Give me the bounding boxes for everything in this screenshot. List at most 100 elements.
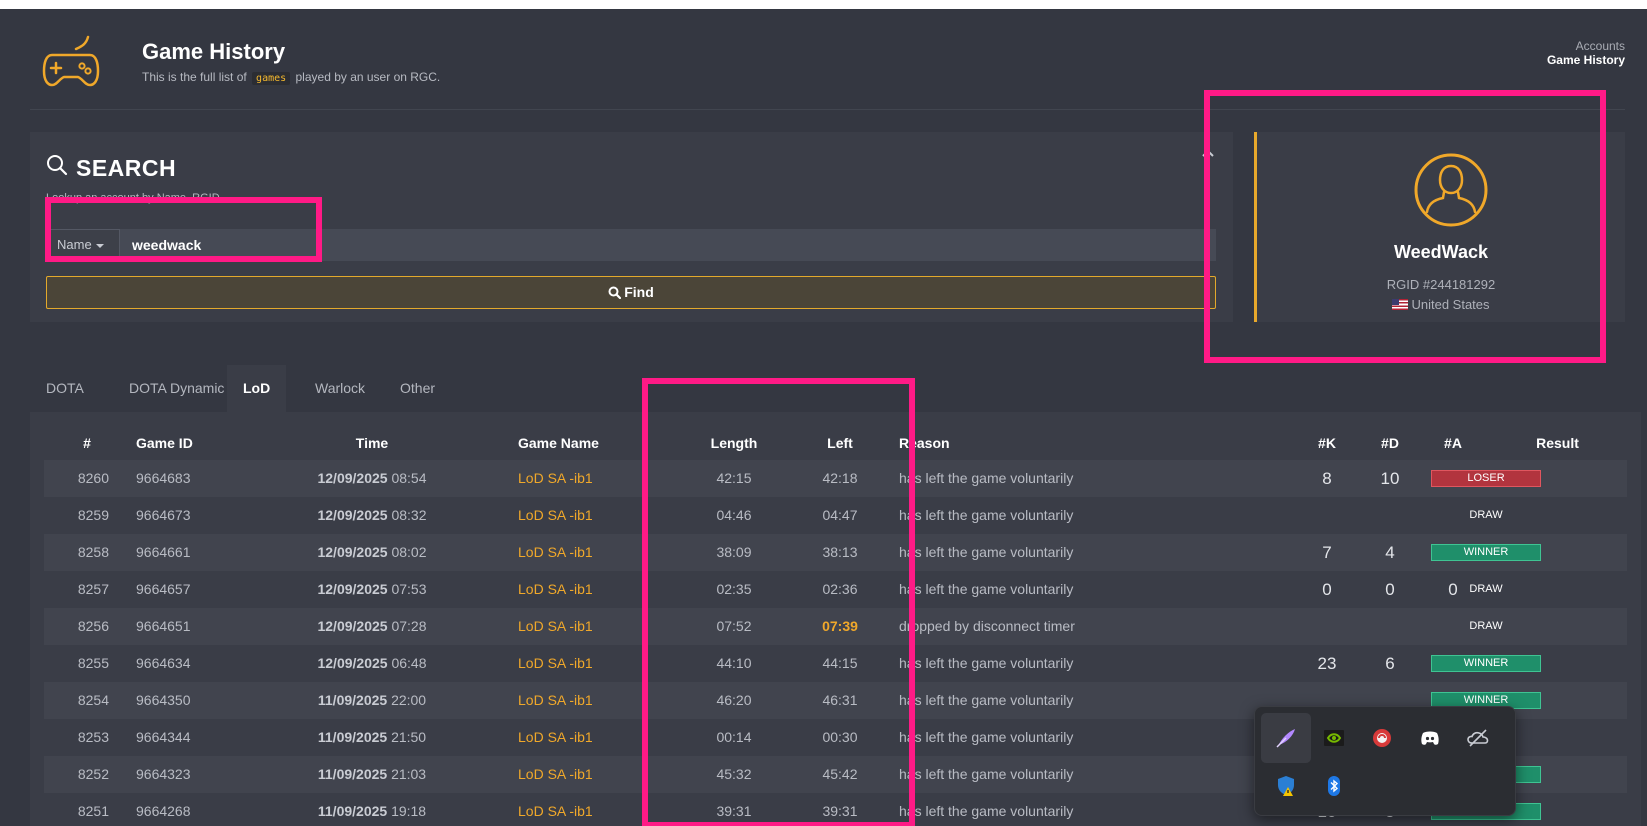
- row-length: 42:15: [716, 470, 752, 486]
- row-time: 11/09/2025 19:18: [302, 793, 442, 826]
- subtitle-text-after: played by an user on RGC.: [295, 70, 441, 84]
- tab-other[interactable]: Other: [384, 365, 451, 412]
- row-game-name-link[interactable]: LoD SA -ib1: [518, 460, 668, 497]
- row-game-name-link[interactable]: LoD SA -ib1: [518, 645, 668, 682]
- row-game-id: 9664661: [136, 544, 191, 560]
- row-date: 11/09/2025: [317, 803, 388, 819]
- row-date: 11/09/2025: [317, 766, 388, 782]
- row-game-name-link[interactable]: LoD SA -ib1: [518, 719, 668, 756]
- tray-red-app-button[interactable]: [1357, 713, 1407, 763]
- tray-security-button[interactable]: [1261, 761, 1311, 811]
- table-header: # Game ID Time Game Name Length Left Rea…: [44, 426, 1627, 460]
- table-row: 8257 9664657 12/09/2025 07:53 LoD SA -ib1 02…: [44, 571, 1627, 608]
- tab-dota-dynamic[interactable]: DOTA Dynamic: [113, 365, 240, 412]
- table-row: 8258 9664661 12/09/2025 08:02 LoD SA -ib1 38…: [44, 534, 1627, 571]
- row-game-name-link[interactable]: LoD SA -ib1: [518, 534, 668, 571]
- search-type-dropdown[interactable]: Name: [46, 229, 120, 261]
- row-date: 12/09/2025: [317, 470, 388, 486]
- tray-discord-button[interactable]: [1405, 713, 1455, 763]
- security-warning-icon: [1278, 776, 1294, 796]
- row-length: 45:32: [716, 766, 752, 782]
- row-game-name-link[interactable]: LoD SA -ib1: [518, 571, 668, 608]
- table-row: 8259 9664673 12/09/2025 08:32 LoD SA -ib1 04…: [44, 497, 1627, 534]
- row-date: 12/09/2025: [317, 544, 388, 560]
- red-circle-app-icon: [1373, 729, 1391, 747]
- header-deaths: #D: [1381, 435, 1399, 451]
- us-flag-icon: [1392, 299, 1409, 310]
- row-number: 8260: [77, 470, 109, 486]
- row-clock: 07:53: [391, 581, 427, 597]
- row-result-badge: DRAW: [1469, 620, 1503, 632]
- row-length: 02:35: [716, 581, 752, 597]
- table-row: 8260 9664683 12/09/2025 08:54 LoD SA -ib1 42…: [44, 460, 1627, 497]
- tab-dota[interactable]: DOTA: [30, 365, 100, 412]
- tab-warlock[interactable]: Warlock: [299, 365, 381, 412]
- profile-card: WeedWack RGID #244181292 United States: [1254, 132, 1625, 322]
- search-name-input[interactable]: [120, 229, 1216, 261]
- search-icon: [47, 155, 68, 176]
- row-number: 8255: [77, 655, 109, 671]
- row-game-id: 9664651: [136, 618, 191, 634]
- game-history-page: Game History This is the full list of ga…: [0, 9, 1647, 826]
- row-length: 04:46: [716, 507, 752, 523]
- search-panel: SEARCH Lookup an account by Name, RGID. …: [30, 132, 1233, 322]
- breadcrumb: Accounts Game History: [1547, 39, 1625, 67]
- row-game-name-link[interactable]: LoD SA -ib1: [518, 497, 668, 534]
- tray-bluetooth-button[interactable]: [1309, 761, 1359, 811]
- row-reason: has left the game voluntarily: [899, 544, 1074, 560]
- row-deaths: 4: [1385, 543, 1395, 562]
- row-left: 42:18: [822, 470, 858, 486]
- row-time: 12/09/2025 08:54: [302, 460, 442, 497]
- tray-onedrive-button[interactable]: [1453, 713, 1503, 763]
- search-help-text: Lookup an account by Name, RGID.: [46, 192, 223, 204]
- row-deaths: [1370, 497, 1410, 534]
- header-kills: #K: [1318, 435, 1336, 451]
- tray-feather-app-button[interactable]: [1261, 713, 1311, 763]
- row-clock: 07:28: [391, 618, 427, 634]
- header-number: #: [83, 435, 91, 451]
- nvidia-icon: [1324, 730, 1344, 746]
- row-game-name-link[interactable]: LoD SA -ib1: [518, 793, 668, 826]
- row-time: 11/09/2025 22:00: [302, 682, 442, 719]
- row-number: 8254: [77, 692, 109, 708]
- find-button-label: Find: [624, 284, 654, 300]
- row-length: 07:52: [716, 618, 752, 634]
- row-game-name-link[interactable]: LoD SA -ib1: [518, 608, 668, 645]
- row-left: 38:13: [822, 544, 858, 560]
- row-game-name-link[interactable]: LoD SA -ib1: [518, 682, 668, 719]
- page-subtitle: This is the full list of games played by…: [142, 70, 440, 85]
- row-number: 8259: [77, 507, 109, 523]
- profile-name: WeedWack: [1393, 242, 1489, 262]
- search-field-row: Name: [46, 229, 1216, 261]
- tray-nvidia-button[interactable]: [1309, 713, 1359, 763]
- row-time: 12/09/2025 06:48: [302, 645, 442, 682]
- breadcrumb-accounts-link[interactable]: Accounts: [1547, 39, 1625, 53]
- row-kills: 0: [1322, 580, 1332, 599]
- header-length: Length: [710, 435, 758, 451]
- chevron-up-icon[interactable]: [1202, 148, 1214, 158]
- header-game-name: Game Name: [518, 435, 599, 451]
- row-game-id: 9664350: [136, 692, 191, 708]
- row-left: 44:15: [822, 655, 858, 671]
- row-game-name-link[interactable]: LoD SA -ib1: [518, 756, 668, 793]
- subtitle-code-chip: games: [252, 72, 291, 85]
- row-game-id: 9664323: [136, 766, 191, 782]
- tab-lod[interactable]: LoD: [227, 365, 287, 412]
- gamepad-logo-icon: [42, 35, 100, 87]
- row-reason: has left the game voluntarily: [899, 766, 1074, 782]
- row-left: 04:47: [822, 507, 858, 523]
- system-tray-popup: [1254, 706, 1516, 816]
- row-game-id: 9664268: [136, 803, 191, 819]
- row-kills: [1307, 608, 1347, 645]
- row-clock: 19:18: [391, 803, 427, 819]
- find-button[interactable]: Find: [46, 276, 1216, 309]
- row-date: 11/09/2025: [317, 729, 388, 745]
- row-time: 11/09/2025 21:50: [302, 719, 442, 756]
- search-icon: [608, 286, 622, 300]
- caret-down-icon: [95, 243, 104, 248]
- row-time: 12/09/2025 07:53: [302, 571, 442, 608]
- row-deaths: [1370, 608, 1410, 645]
- row-game-id: 9664344: [136, 729, 191, 745]
- row-left: 07:39: [822, 618, 858, 634]
- row-result-badge: DRAW: [1469, 509, 1503, 521]
